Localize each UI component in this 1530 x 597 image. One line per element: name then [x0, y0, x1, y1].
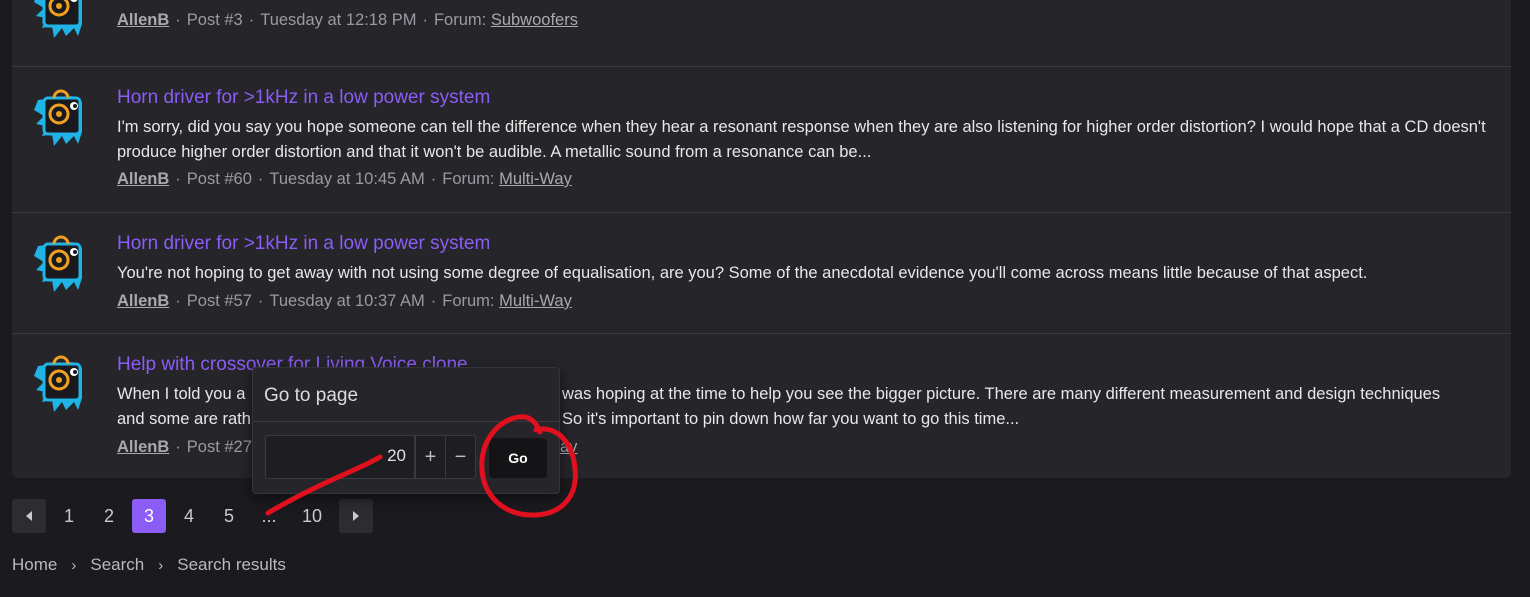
- breadcrumb-search-results[interactable]: Search results: [177, 555, 286, 574]
- chevron-right-icon: ›: [71, 557, 77, 574]
- post-number: Post #60: [186, 170, 252, 188]
- post-snippet: I'm sorry, did you say you hope someone …: [117, 118, 1486, 161]
- post-title-link[interactable]: Horn driver for >1kHz in a low power sys…: [117, 233, 490, 255]
- page-link-1[interactable]: 1: [56, 499, 82, 533]
- post-date: Tuesday at 10:45 AM: [269, 170, 425, 188]
- avatar[interactable]: [32, 354, 90, 416]
- post-date: Tuesday at 10:37 AM: [269, 292, 425, 310]
- increment-button[interactable]: +: [415, 435, 446, 479]
- forum-label: Forum:: [442, 292, 495, 310]
- author-link[interactable]: AllenB: [117, 170, 169, 188]
- page-number-input[interactable]: 20: [265, 435, 415, 479]
- post-meta: AllenB · Post #57 · Tuesday at 10:37 AM · Foru…: [117, 292, 572, 310]
- forum-link[interactable]: ay: [560, 438, 577, 456]
- post-snippet-left-2: and some are rath: [117, 410, 251, 428]
- page-link-last[interactable]: 10: [296, 499, 328, 533]
- forum-link[interactable]: Subwoofers: [491, 11, 578, 29]
- page-link-5[interactable]: 5: [216, 499, 242, 533]
- post-snippet-right: was hoping at the time to help you see t…: [562, 385, 1441, 403]
- chevron-right-icon: [353, 511, 359, 521]
- post-snippet: You're not hoping to get away with not u…: [117, 264, 1368, 282]
- page-jump-ellipsis[interactable]: ...: [256, 499, 282, 533]
- chevron-right-icon: ›: [158, 557, 164, 574]
- breadcrumb: Home › Search › Search results: [12, 555, 286, 575]
- search-results-list: AllenB · Post #3 · Tuesday at 12:18 PM · Forum…: [12, 0, 1511, 478]
- forum-label: Forum:: [433, 11, 487, 29]
- go-to-page-popup: Go to page 20 + − Go: [252, 367, 560, 494]
- divider: [12, 66, 1511, 67]
- post-snippet-right-2: So it's important to pin down how far yo…: [562, 410, 1020, 428]
- post-title-link[interactable]: Horn driver for >1kHz in a low power sys…: [117, 87, 490, 109]
- forum-link[interactable]: Multi-Way: [499, 292, 572, 310]
- divider: [12, 212, 1511, 213]
- breadcrumb-home[interactable]: Home: [12, 555, 57, 574]
- post-number: Post #3: [186, 11, 243, 29]
- page-link-4[interactable]: 4: [176, 499, 202, 533]
- page-link-current[interactable]: 3: [132, 499, 166, 533]
- post-meta: AllenB · Post #60 · Tuesday at 10:45 AM · Foru…: [117, 170, 572, 188]
- next-page-button[interactable]: [339, 499, 373, 533]
- chevron-left-icon: [26, 511, 32, 521]
- forum-link[interactable]: Multi-Way: [499, 170, 572, 188]
- post-date: Tuesday at 12:18 PM: [260, 11, 417, 29]
- post-meta-tail: ay: [560, 438, 577, 457]
- post-snippet-left: When I told you a: [117, 385, 246, 403]
- author-link[interactable]: AllenB: [117, 438, 169, 456]
- divider: [253, 421, 559, 422]
- post-meta: AllenB · Post #27: [117, 438, 252, 456]
- avatar[interactable]: [32, 234, 90, 296]
- post-number: Post #57: [186, 292, 252, 310]
- avatar[interactable]: [32, 88, 90, 150]
- decrement-button[interactable]: −: [445, 435, 476, 479]
- go-button[interactable]: Go: [489, 438, 547, 478]
- post-meta: AllenB · Post #3 · Tuesday at 12:18 PM · Forum…: [117, 11, 578, 29]
- author-link[interactable]: AllenB: [117, 292, 169, 310]
- breadcrumb-search[interactable]: Search: [90, 555, 144, 574]
- prev-page-button[interactable]: [12, 499, 46, 533]
- page-link-2[interactable]: 2: [96, 499, 122, 533]
- popup-title: Go to page: [264, 385, 359, 406]
- page-number-value: 20: [387, 446, 406, 465]
- divider: [12, 333, 1511, 334]
- author-link[interactable]: AllenB: [117, 11, 169, 29]
- avatar[interactable]: [32, 0, 90, 42]
- forum-label: Forum:: [442, 170, 495, 188]
- post-number: Post #27: [186, 438, 252, 456]
